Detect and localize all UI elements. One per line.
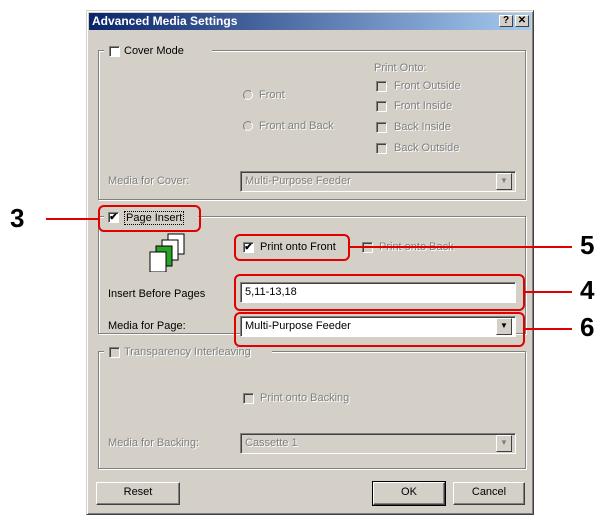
back-inside-checkbox[interactable] <box>376 122 387 133</box>
title-bar: Advanced Media Settings ? ✕ <box>89 13 531 30</box>
backing-dropdown-arrow-icon[interactable]: ▼ <box>496 435 512 452</box>
dialog-title: Advanced Media Settings <box>92 14 238 28</box>
radio-front[interactable] <box>243 90 253 100</box>
transparency-checkbox[interactable] <box>109 347 120 358</box>
front-inside-label: Front Inside <box>394 100 453 112</box>
media-for-backing-value: Cassette 1 <box>245 437 298 449</box>
back-outside-label: Back Outside <box>394 142 460 154</box>
front-outside-label: Front Outside <box>394 80 461 92</box>
callout-line-4 <box>525 291 572 293</box>
media-for-cover-select[interactable]: Multi-Purpose Feeder <box>240 171 516 192</box>
help-icon[interactable]: ? <box>499 15 513 27</box>
insert-before-pages-label: Insert Before Pages <box>108 288 206 300</box>
callout-box-5 <box>234 234 350 261</box>
callout-box-4 <box>234 274 525 311</box>
callout-line-6 <box>525 328 572 330</box>
cover-dropdown-arrow-icon[interactable]: ▼ <box>496 173 512 190</box>
radio-front-and-back-label: Front and Back <box>259 120 334 132</box>
back-inside-label: Back Inside <box>394 121 451 133</box>
callout-box-6 <box>234 312 525 347</box>
callout-number-3: 3 <box>10 203 25 233</box>
print-onto-label: Print Onto: <box>374 62 427 74</box>
radio-front-and-back[interactable] <box>243 121 253 131</box>
page-insert-illustration-icon <box>149 233 185 272</box>
radio-front-label: Front <box>259 89 285 101</box>
callout-box-3 <box>98 205 201 232</box>
media-for-backing-select[interactable]: Cassette 1 <box>240 433 516 454</box>
media-for-cover-value: Multi-Purpose Feeder <box>245 175 351 187</box>
media-for-cover-label: Media for Cover: <box>108 175 190 187</box>
print-onto-backing-checkbox[interactable] <box>243 393 254 404</box>
ok-button[interactable]: OK <box>372 481 446 506</box>
cover-mode-checkbox[interactable] <box>109 46 120 57</box>
media-for-backing-label: Media for Backing: <box>108 437 200 449</box>
cover-mode-label: Cover Mode <box>124 45 184 57</box>
back-outside-checkbox[interactable] <box>376 143 387 154</box>
media-for-page-label: Media for Page: <box>108 320 186 332</box>
callout-number-6: 6 <box>580 312 595 342</box>
print-onto-backing-label: Print onto Backing <box>260 392 350 404</box>
transparency-label: Transparency Interleaving <box>124 346 251 358</box>
callout-number-4: 4 <box>580 275 595 305</box>
close-icon[interactable]: ✕ <box>515 15 529 27</box>
callout-line-3 <box>46 218 98 220</box>
callout-number-5: 5 <box>580 230 595 260</box>
cancel-button[interactable]: Cancel <box>453 482 525 505</box>
front-inside-checkbox[interactable] <box>376 101 387 112</box>
front-outside-checkbox[interactable] <box>376 81 387 92</box>
callout-line-5 <box>350 246 572 248</box>
reset-button[interactable]: Reset <box>96 482 180 505</box>
